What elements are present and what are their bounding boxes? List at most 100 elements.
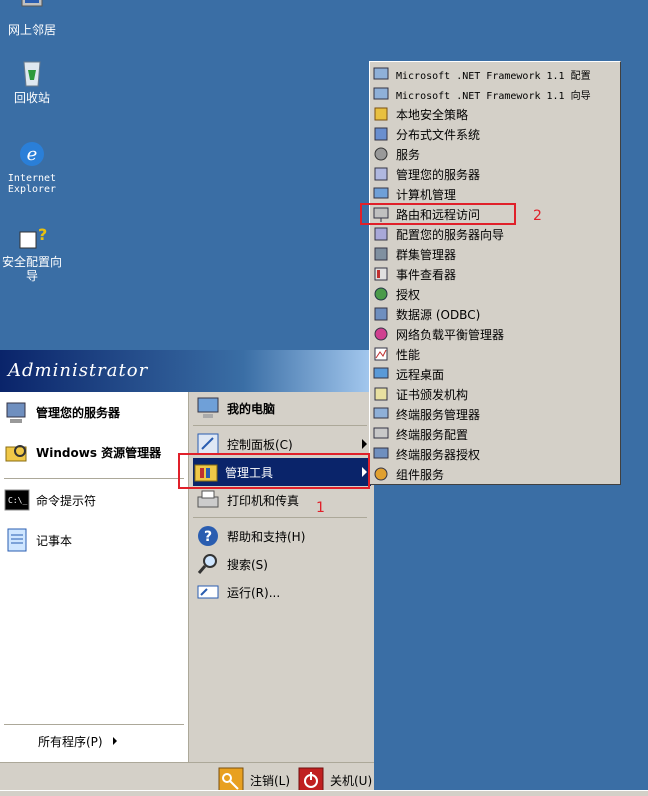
start-menu-right-pane: 我的电脑 控制面板(C) 管理工具 打印机和传真 ? 帮助和支持(H) 搜索(S… [188,392,374,762]
start-item-label: Windows 资源管理器 [36,445,162,460]
submenu-item-label: Microsoft .NET Framework 1.1 向导 [396,90,591,102]
submenu-item-label: Microsoft .NET Framework 1.1 配置 [396,70,591,82]
start-item-label: 打印机和传真 [227,493,300,508]
ie-icon: e [16,138,48,170]
submenu-item-dfs[interactable]: 分布式文件系统 [372,124,480,144]
desktop-icon-security-wizard[interactable]: ? 安全配置向导 [0,220,64,283]
submenu-item-local-security[interactable]: 本地安全策略 [372,104,468,124]
submenu-item-configure-server[interactable]: 配置您的服务器向导 [372,224,504,244]
explorer-icon [4,439,30,465]
submenu-item-manage-server[interactable]: 管理您的服务器 [372,164,480,184]
submenu-item-performance[interactable]: 性能 [372,344,420,364]
event-viewer-icon [372,265,390,283]
server-manager-icon [4,399,30,425]
submenu-item-cluster[interactable]: 群集管理器 [372,244,456,264]
start-item-cmd[interactable]: C:\_ 命令提示符 [4,486,96,514]
dfs-icon [372,125,390,143]
submenu-item-label: 证书颁发机构 [396,387,469,402]
ts-licensing-icon [372,445,390,463]
start-item-label: 我的电脑 [227,401,276,416]
start-item-notepad[interactable]: 记事本 [4,526,72,554]
svg-text:?: ? [38,225,47,244]
computer-management-icon [372,185,390,203]
separator [4,724,184,725]
submenu-item-licensing[interactable]: 授权 [372,284,420,304]
start-item-label: 命令提示符 [36,493,97,508]
submenu-item-net-wizard[interactable]: Microsoft .NET Framework 1.1 向导 [372,84,591,104]
submenu-item-label: 授权 [396,287,421,302]
submenu-item-ts-licensing[interactable]: 终端服务器授权 [372,444,480,464]
shutdown-label: 关机(U) [330,773,373,788]
certificate-icon [372,385,390,403]
separator [193,425,367,426]
desktop-icon-network[interactable]: 网上邻居 [0,0,64,37]
desktop-icon-ie[interactable]: e Internet Explorer [0,138,64,195]
logoff-label: 注销(L) [250,773,291,788]
submenu-item-label: 组件服务 [396,467,445,482]
submenu-item-ts-manager[interactable]: 终端服务管理器 [372,404,480,424]
desktop-icon-label: 回收站 [13,91,50,105]
my-computer-icon [195,395,221,421]
start-item-label: 控制面板(C) [227,437,293,452]
desktop-icon-recycle-bin[interactable]: 回收站 [0,56,64,105]
cluster-icon [372,245,390,263]
submenu-item-net-config[interactable]: Microsoft .NET Framework 1.1 配置 [372,64,591,84]
net-wizard-icon [372,85,390,103]
all-programs-button[interactable]: 所有程序(P) [38,727,117,755]
notepad-icon [4,527,30,553]
printer-icon [195,487,221,513]
submenu-item-nlb[interactable]: 网络负载平衡管理器 [372,324,504,344]
recycle-bin-icon [16,56,48,88]
network-icon [16,0,48,20]
submenu-item-remote-desktop[interactable]: 远程桌面 [372,364,444,384]
submenu-item-label: 管理您的服务器 [396,167,481,182]
annotation-number-1: 1 [316,500,325,516]
start-menu-user-header: Administrator [0,350,374,392]
submenu-item-label: 群集管理器 [396,247,457,262]
submenu-item-label: 数据源 (ODBC) [396,307,481,322]
submenu-item-certificate[interactable]: 证书颁发机构 [372,384,468,404]
annotation-number-2: 2 [533,208,542,224]
desktop-icon-label: Internet Explorer [7,173,57,195]
submenu-item-label: 本地安全策略 [396,107,469,122]
all-programs-label: 所有程序(P) [38,734,103,749]
arrow-right-icon [112,737,117,745]
annotation-box-2 [360,203,516,225]
start-menu-left-pane: 管理您的服务器 Windows 资源管理器 C:\_ 命令提示符 记事本 所有程… [0,392,188,762]
submenu-item-label: 分布式文件系统 [396,127,481,142]
submenu-item-computer-management[interactable]: 计算机管理 [372,184,456,204]
start-item-help[interactable]: ? 帮助和支持(H) [195,522,305,550]
ts-config-icon [372,425,390,443]
submenu-item-label: 网络负载平衡管理器 [396,327,505,342]
start-item-my-computer[interactable]: 我的电脑 [195,394,275,422]
svg-text:?: ? [204,529,212,545]
submenu-item-component-services[interactable]: 组件服务 [372,464,444,484]
submenu-item-event-viewer[interactable]: 事件查看器 [372,264,456,284]
taskbar-strip [0,790,648,796]
start-item-windows-explorer[interactable]: Windows 资源管理器 [4,438,161,466]
desktop-icon-label: 网上邻居 [7,23,56,37]
start-item-run[interactable]: 运行(R)... [195,578,280,606]
submenu-item-label: 终端服务器授权 [396,447,481,462]
submenu-item-label: 事件查看器 [396,267,457,282]
start-item-search[interactable]: 搜索(S) [195,550,268,578]
separator [193,517,367,518]
submenu-item-odbc[interactable]: 数据源 (ODBC) [372,304,480,324]
separator [4,478,184,479]
net-config-icon [372,65,390,83]
submenu-item-ts-config[interactable]: 终端服务配置 [372,424,468,444]
start-item-label: 搜索(S) [227,557,268,572]
start-item-label: 记事本 [36,533,73,548]
start-item-manage-server[interactable]: 管理您的服务器 [4,398,120,426]
services-icon [372,145,390,163]
submenu-item-label: 终端服务管理器 [396,407,481,422]
start-menu: Administrator 管理您的服务器 Windows 资源管理器 C:\_… [0,350,374,796]
start-item-printers[interactable]: 打印机和传真 [195,486,299,514]
nlb-icon [372,325,390,343]
ts-manager-icon [372,405,390,423]
admin-tools-submenu: Microsoft .NET Framework 1.1 配置 Microsof… [369,61,621,485]
submenu-item-label: 服务 [396,147,421,162]
run-icon [195,579,221,605]
submenu-item-services[interactable]: 服务 [372,144,420,164]
svg-text:e: e [27,144,38,165]
